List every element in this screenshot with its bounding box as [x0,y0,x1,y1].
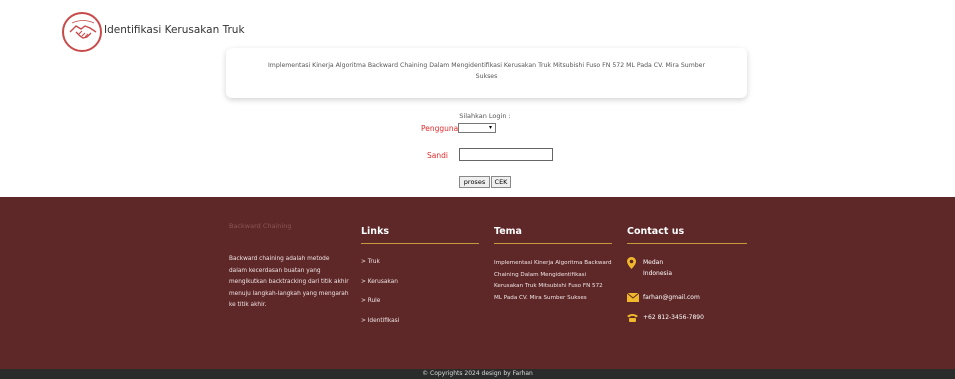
envelope-icon [627,293,639,302]
about-text: Backward chaining adalah metode dalam ke… [229,256,349,308]
footer-link-kerusakan[interactable]: > Kerusakan [361,279,398,285]
username-label: Pengguna [421,124,459,133]
contact-email[interactable]: farhan@gmail.com [643,292,700,303]
phone-icon [627,314,638,322]
footer: Backward Chaining Backward chaining adal… [0,197,955,369]
footer-link-rule[interactable]: > Rule [361,298,380,304]
password-label: Sandi [427,151,448,160]
links-divider [361,243,479,244]
contact-heading: Contact us [627,226,685,237]
username-select[interactable]: ▾ [458,123,496,133]
submit-button[interactable]: proses [459,176,490,188]
about-title: Backward Chaining [229,222,292,230]
copyright-text: © Copyrights 2024 design by Farhan [422,370,533,377]
password-input[interactable] [459,148,553,161]
check-button[interactable]: CEK [491,176,511,188]
tema-text: Implementasi Kinerja Algoritma Backward … [494,260,612,301]
copyright-bar: © Copyrights 2024 design by Farhan [0,369,955,379]
contact-country: Indonesia [643,270,673,277]
description-text: Implementasi Kinerja Algoritma Backward … [267,62,706,80]
contact-city: Medan [643,259,664,266]
description-card: Implementasi Kinerja Algoritma Backward … [226,48,747,98]
tema-heading: Tema [494,226,522,237]
handshake-icon [69,20,97,39]
tema-divider [494,243,612,244]
contact-divider [627,243,747,244]
links-heading: Links [361,226,390,237]
login-prompt: Silahkan Login : [459,112,511,120]
app-title: Identifikasi Kerusakan Truk [104,24,245,36]
footer-link-identifikasi[interactable]: > Identifikasi [361,318,399,324]
contact-phone: +62 812-3456-7890 [643,314,704,321]
logo[interactable] [62,12,102,52]
location-pin-icon [627,257,636,269]
chevron-down-icon: ▾ [488,124,492,131]
footer-link-truk[interactable]: > Truk [361,259,380,265]
